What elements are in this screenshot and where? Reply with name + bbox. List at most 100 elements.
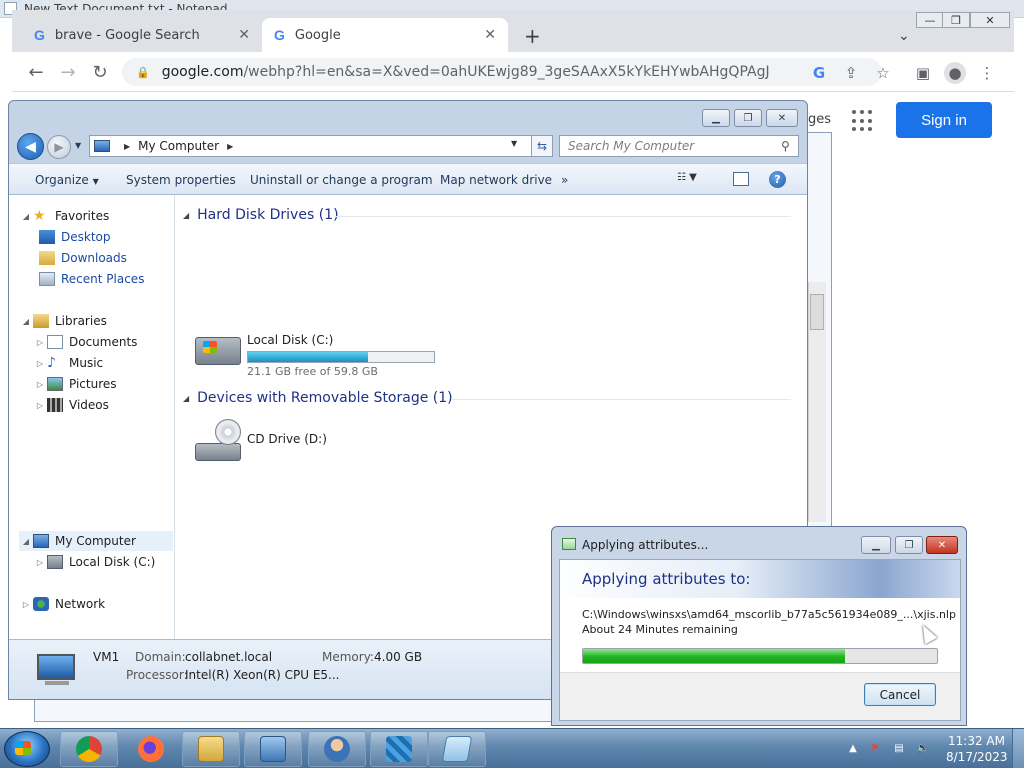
tray-flag-icon[interactable]: ⚑ bbox=[868, 741, 882, 755]
computer-icon bbox=[33, 534, 49, 548]
maximize-button[interactable]: ❐ bbox=[895, 536, 923, 554]
expand-arrow-icon[interactable]: ▷ bbox=[33, 359, 47, 368]
taskbar-control-panel[interactable] bbox=[244, 731, 302, 767]
clock-date[interactable]: 8/17/2023 bbox=[946, 750, 1008, 764]
expand-arrow-icon[interactable]: ▷ bbox=[33, 380, 47, 389]
taskbar-registry[interactable] bbox=[370, 731, 428, 767]
organize-button[interactable]: Organize ▼ bbox=[35, 173, 99, 187]
taskbar-chrome[interactable] bbox=[60, 731, 118, 767]
hard-disk-icon bbox=[195, 337, 241, 365]
tray-expand-icon[interactable]: ▲ bbox=[846, 741, 860, 755]
taskbar-notepad[interactable] bbox=[428, 731, 486, 767]
view-options-icon[interactable]: ☷ ▼ bbox=[677, 172, 713, 188]
taskbar-explorer[interactable] bbox=[182, 731, 240, 767]
kebab-menu-icon[interactable]: ⋮ bbox=[976, 62, 998, 84]
close-icon[interactable]: ✕ bbox=[238, 27, 250, 43]
forward-arrow-icon[interactable]: → bbox=[56, 60, 80, 84]
reload-icon[interactable]: ↻ bbox=[88, 60, 112, 84]
nav-libraries[interactable]: ◢ Libraries bbox=[19, 311, 107, 331]
address-input[interactable]: ▶ My Computer ▶ bbox=[89, 135, 533, 157]
nav-my-computer[interactable]: ◢ My Computer bbox=[19, 531, 136, 551]
chevron-down-icon[interactable]: ▼ bbox=[511, 139, 517, 148]
nav-desktop[interactable]: Desktop bbox=[39, 227, 111, 247]
drive-c-item[interactable] bbox=[195, 337, 241, 365]
nav-favorites[interactable]: ◢ ★ Favorites bbox=[19, 206, 109, 226]
breadcrumb-my-computer[interactable]: My Computer bbox=[138, 139, 219, 153]
system-properties-button[interactable]: System properties bbox=[126, 173, 236, 187]
address-bar[interactable]: 🔒 google.com /webhp?hl=en&sa=X&ved=0ahUK… bbox=[122, 58, 882, 86]
collapse-arrow-icon[interactable]: ◢ bbox=[183, 394, 189, 403]
nav-recent-places[interactable]: Recent Places bbox=[39, 269, 144, 289]
apps-grid-icon[interactable] bbox=[852, 110, 874, 132]
show-desktop-button[interactable] bbox=[1012, 729, 1024, 768]
back-arrow-icon[interactable]: ◀ bbox=[17, 133, 44, 160]
expand-arrow-icon[interactable]: ◢ bbox=[19, 212, 33, 221]
group-header-hard-disks[interactable]: ◢ Hard Disk Drives (1) bbox=[183, 207, 339, 223]
nav-local-disk[interactable]: ▷ Local Disk (C:) bbox=[33, 552, 155, 572]
google-icon: G bbox=[34, 27, 45, 43]
sign-in-button[interactable]: Sign in bbox=[896, 102, 992, 138]
profile-icon[interactable]: ● bbox=[944, 62, 966, 84]
tray-volume-icon[interactable]: 🔈 bbox=[916, 741, 930, 755]
expand-arrow-icon[interactable]: ▷ bbox=[33, 338, 47, 347]
forward-arrow-icon[interactable]: ▶ bbox=[47, 135, 71, 159]
expand-arrow-icon[interactable]: ◢ bbox=[19, 317, 33, 326]
nav-music[interactable]: ▷ ♪ Music bbox=[33, 353, 103, 373]
google-lens-icon[interactable]: G bbox=[808, 62, 830, 84]
scrollbar-thumb[interactable] bbox=[810, 294, 824, 330]
expand-arrow-icon[interactable]: ◢ bbox=[19, 537, 33, 546]
taskbar-users[interactable] bbox=[308, 731, 366, 767]
cancel-button[interactable]: Cancel bbox=[864, 683, 936, 706]
collapse-arrow-icon[interactable]: ◢ bbox=[183, 211, 189, 220]
cd-drive-icon bbox=[195, 443, 241, 461]
map-network-drive-button[interactable]: Map network drive bbox=[440, 173, 552, 187]
new-tab-icon[interactable]: + bbox=[524, 24, 541, 48]
minimize-button[interactable]: ▁ bbox=[702, 109, 730, 127]
chevron-right-icon[interactable]: ▶ bbox=[227, 142, 233, 151]
maximize-button[interactable]: ❐ bbox=[942, 12, 970, 28]
tab-brave-search[interactable]: G brave - Google Search ✕ bbox=[22, 18, 262, 52]
drive-c-name[interactable]: Local Disk (C:) bbox=[247, 333, 333, 347]
search-input[interactable]: Search My Computer bbox=[559, 135, 799, 157]
explorer-titlebar[interactable]: ▁ ❐ ✕ bbox=[9, 101, 807, 131]
taskbar-firefox[interactable] bbox=[122, 731, 180, 767]
tab-google[interactable]: G Google ✕ bbox=[262, 18, 508, 52]
minimize-button[interactable]: ▁ bbox=[861, 536, 891, 554]
drive-d-name[interactable]: CD Drive (D:) bbox=[247, 432, 327, 446]
close-button[interactable]: ✕ bbox=[970, 12, 1010, 28]
domain-label: Domain: bbox=[135, 650, 186, 664]
tray-network-icon[interactable]: ▤ bbox=[892, 741, 906, 755]
documents-icon bbox=[47, 335, 63, 349]
memory-label: Memory: bbox=[322, 650, 374, 664]
nav-downloads[interactable]: Downloads bbox=[39, 248, 127, 268]
nav-documents[interactable]: ▷ Documents bbox=[33, 332, 137, 352]
expand-arrow-icon[interactable]: ▷ bbox=[33, 558, 47, 567]
refresh-icon[interactable]: ⇆ bbox=[531, 135, 553, 157]
uninstall-program-button[interactable]: Uninstall or change a program bbox=[250, 173, 433, 187]
search-icon[interactable]: ⚲ bbox=[781, 139, 790, 153]
chevron-right-icon[interactable]: ▶ bbox=[124, 142, 130, 151]
close-button[interactable]: ✕ bbox=[926, 536, 958, 554]
side-panel-icon[interactable]: ▣ bbox=[912, 62, 934, 84]
more-commands-button[interactable]: » bbox=[561, 173, 568, 187]
maximize-button[interactable]: ❐ bbox=[734, 109, 762, 127]
chevron-down-icon[interactable]: ⌄ bbox=[898, 28, 910, 44]
help-icon[interactable]: ? bbox=[769, 171, 786, 188]
share-icon[interactable]: ⇪ bbox=[840, 62, 862, 84]
nav-pictures[interactable]: ▷ Pictures bbox=[33, 374, 117, 394]
dialog-heading: Applying attributes to: bbox=[582, 570, 751, 588]
expand-arrow-icon[interactable]: ▷ bbox=[33, 401, 47, 410]
bookmark-star-icon[interactable]: ☆ bbox=[872, 62, 894, 84]
nav-network[interactable]: ▷ Network bbox=[19, 594, 105, 614]
nav-videos[interactable]: ▷ Videos bbox=[33, 395, 109, 415]
close-icon[interactable]: ✕ bbox=[484, 27, 496, 43]
google-link-partial[interactable]: ges bbox=[808, 112, 831, 127]
back-arrow-icon[interactable]: ← bbox=[24, 60, 48, 84]
close-button[interactable]: ✕ bbox=[766, 109, 798, 127]
group-header-removable[interactable]: ◢ Devices with Removable Storage (1) bbox=[183, 390, 453, 406]
clock-time[interactable]: 11:32 AM bbox=[948, 734, 1005, 748]
minimize-button[interactable]: — bbox=[916, 12, 944, 28]
preview-pane-icon[interactable] bbox=[733, 172, 749, 186]
expand-arrow-icon[interactable]: ▷ bbox=[19, 600, 33, 609]
chevron-down-icon[interactable]: ▼ bbox=[75, 141, 81, 150]
